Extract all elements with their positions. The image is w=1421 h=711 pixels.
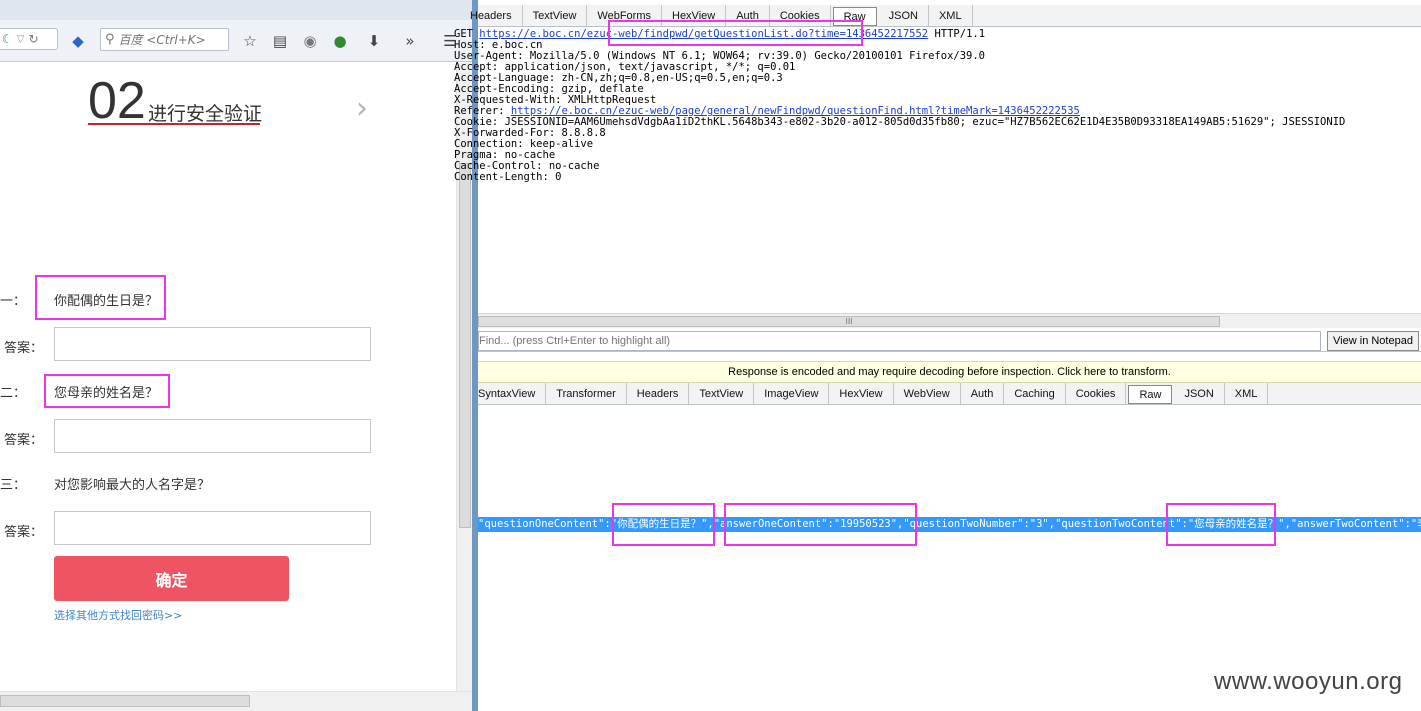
confirm-button[interactable]: 确定 xyxy=(54,556,289,601)
tab-cookies[interactable]: Cookies xyxy=(1066,383,1127,404)
tab-textview[interactable]: TextView xyxy=(689,383,755,404)
tab-cookies[interactable]: Cookies xyxy=(770,5,831,26)
question-one-label: 问题一： xyxy=(0,294,27,309)
reload-icon[interactable]: ↻ xyxy=(28,32,38,46)
bookmark-star-icon[interactable]: ☆ xyxy=(238,29,262,53)
other-methods-link[interactable]: 选择其他方式找回密码>> xyxy=(54,607,182,623)
raw-response-area[interactable]: "questionOneContent":"你配偶的生日是？","answerO… xyxy=(478,405,1421,711)
question-two-text: 您母亲的姓名是？ xyxy=(54,386,159,401)
response-tabbar: SyntaxView Transformer Headers TextView … xyxy=(478,383,1421,405)
request-horizontal-scrollbar[interactable]: III xyxy=(478,313,1421,328)
addon-icon[interactable]: ◉ xyxy=(298,29,322,53)
tab-xml[interactable]: XML xyxy=(929,5,973,26)
question-one-text: 你配偶的生日是？ xyxy=(54,294,159,309)
tab-webforms[interactable]: WebForms xyxy=(587,5,662,26)
dropdown-arrow-icon[interactable]: ▽ xyxy=(17,34,25,45)
find-bar: View in Notepad xyxy=(478,330,1421,352)
request-tabbar: Headers TextView WebForms HexView Auth C… xyxy=(470,5,1421,27)
step-title: 进行安全验证 xyxy=(148,103,263,125)
fiddler-inspector: Headers TextView WebForms HexView Auth C… xyxy=(454,0,1421,711)
tab-textview[interactable]: TextView xyxy=(523,5,588,26)
question-three-text: 对您影响最大的人名字是？ xyxy=(54,478,211,493)
navigation-toolbar: ☾ ▽ ↻ ◆ ⚲ ☆ ▤ ◉ ● ⬇ » ☰ xyxy=(0,20,476,62)
answer-three-input[interactable] xyxy=(54,511,371,545)
next-arrow-icon[interactable]: › xyxy=(356,91,368,126)
tab-auth[interactable]: Auth xyxy=(726,5,770,26)
page-horizontal-scrollbar[interactable] xyxy=(0,691,472,711)
response-selected-line[interactable]: "questionOneContent":"你配偶的生日是？","answerO… xyxy=(478,517,1421,532)
header-content-length: Content-Length: 0 xyxy=(454,171,562,183)
site-identity-icon: ☾ xyxy=(2,32,13,46)
tab-hexview[interactable]: HexView xyxy=(662,5,727,26)
raw-request-text[interactable]: GET https://e.boc.cn/ezuc-web/findpwd/ge… xyxy=(454,29,1397,312)
answer-one-label: 答案： xyxy=(4,341,44,356)
request-url-link[interactable]: https://e.boc.cn/ezuc-web/findpwd/getQue… xyxy=(479,29,928,40)
step-number: 02 xyxy=(88,72,146,130)
question-two-label: 问题二： xyxy=(0,386,27,401)
tab-raw[interactable]: Raw xyxy=(1128,385,1173,404)
title-strip xyxy=(0,0,476,20)
search-box[interactable]: ⚲ xyxy=(100,28,229,51)
tab-json[interactable]: JSON xyxy=(879,5,929,26)
search-input[interactable] xyxy=(118,32,219,47)
tab-webview[interactable]: WebView xyxy=(894,383,961,404)
scroll-thumb[interactable] xyxy=(0,695,250,707)
watermark: www.wooyun.org xyxy=(1214,668,1403,695)
encoded-response-notice[interactable]: Response is encoded and may require deco… xyxy=(478,361,1421,383)
find-input[interactable] xyxy=(478,331,1321,351)
tab-auth[interactable]: Auth xyxy=(961,383,1005,404)
overflow-icon[interactable]: » xyxy=(398,29,422,53)
answer-two-input[interactable] xyxy=(54,419,371,453)
tab-syntaxview[interactable]: SyntaxView xyxy=(478,383,547,404)
tab-headers[interactable]: Headers xyxy=(470,5,523,26)
tab-json[interactable]: JSON xyxy=(1174,383,1225,404)
tab-raw[interactable]: Raw xyxy=(832,7,877,26)
tracking-protection-icon[interactable]: ◆ xyxy=(66,29,90,53)
answer-two-label: 答案： xyxy=(4,433,44,448)
url-bar[interactable]: ☾ ▽ ↻ xyxy=(0,28,58,50)
tab-headers[interactable]: Headers xyxy=(627,383,690,404)
answer-one-input[interactable] xyxy=(54,327,371,361)
question-three-label: 问题三： xyxy=(0,478,27,493)
tab-transformer[interactable]: Transformer xyxy=(546,383,627,404)
download-icon[interactable]: ⬇ xyxy=(362,29,386,53)
search-icon: ⚲ xyxy=(105,32,115,47)
tab-hexview[interactable]: HexView xyxy=(829,383,894,404)
reading-list-icon[interactable]: ▤ xyxy=(268,29,292,53)
addon-green-icon[interactable]: ● xyxy=(328,29,352,53)
tab-caching[interactable]: Caching xyxy=(1004,383,1066,404)
scroll-thumb[interactable]: III xyxy=(478,316,1220,327)
step-underline xyxy=(88,123,260,125)
view-in-notepad-button[interactable]: View in Notepad xyxy=(1327,331,1419,351)
firefox-window: ☾ ▽ ↻ ◆ ⚲ ☆ ▤ ◉ ● ⬇ » ☰ 02 进行安全验证 › 问题一：… xyxy=(0,0,478,711)
tab-xml[interactable]: XML xyxy=(1225,383,1269,404)
tab-imageview[interactable]: ImageView xyxy=(754,383,830,404)
req-protocol: HTTP/1.1 xyxy=(928,29,986,40)
answer-three-label: 答案： xyxy=(4,525,44,540)
web-page: 02 进行安全验证 › 问题一： 你配偶的生日是？ 答案： 问题二： 您母亲的姓… xyxy=(0,63,456,691)
